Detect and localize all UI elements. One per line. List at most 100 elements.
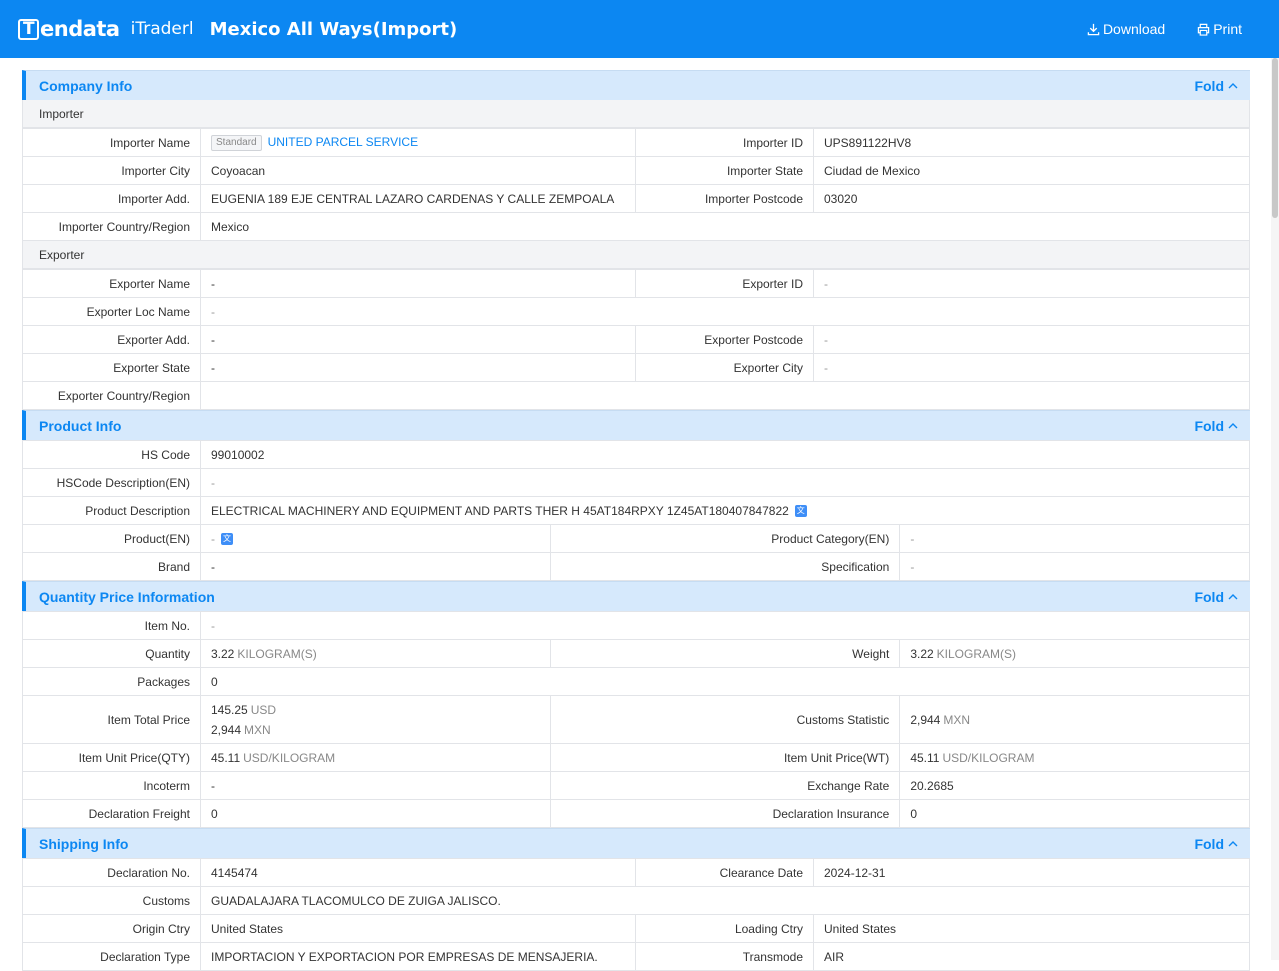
section-shipping-info: Shipping Info Fold: [22, 828, 1250, 858]
field-label: Exporter Add.: [23, 326, 201, 354]
field-value: 3.22KILOGRAM(S): [900, 640, 1250, 668]
quantity-table: Item No. - Quantity 3.22KILOGRAM(S) Weig…: [22, 611, 1250, 828]
field-value: EUGENIA 189 EJE CENTRAL LAZARO CARDENAS …: [201, 185, 636, 213]
table-row: Quantity 3.22KILOGRAM(S) Weight 3.22KILO…: [23, 640, 1250, 668]
field-label: Declaration No.: [23, 859, 201, 887]
field-label: Exporter City: [636, 354, 814, 382]
chevron-up-icon: [1228, 421, 1238, 431]
table-row: Packages 0: [23, 668, 1250, 696]
scrollbar-thumb[interactable]: [1272, 58, 1278, 218]
field-value: -: [201, 612, 1250, 640]
field-label: Item Total Price: [23, 696, 201, 744]
field-label: Customs Statistic: [550, 696, 900, 744]
top-bar: Tendata iTraderl Mexico All Ways(Import)…: [0, 0, 1279, 58]
fold-toggle-quantity[interactable]: Fold: [1194, 589, 1238, 605]
field-value: Mexico: [201, 213, 1250, 241]
field-value: 99010002: [201, 441, 1250, 469]
importer-table: Importer Name StandardUNITED PARCEL SERV…: [22, 128, 1250, 241]
field-value: -: [201, 772, 551, 800]
table-row: Exporter Add. - Exporter Postcode -: [23, 326, 1250, 354]
importer-subheading: Importer: [22, 100, 1250, 128]
field-label: Declaration Freight: [23, 800, 201, 828]
field-label: Exporter State: [23, 354, 201, 382]
field-value: United States: [814, 915, 1250, 943]
field-label: Transmode: [636, 943, 814, 971]
field-value: Coyoacan: [201, 157, 636, 185]
table-row: HS Code 99010002: [23, 441, 1250, 469]
field-label: Origin Ctry: [23, 915, 201, 943]
download-button[interactable]: Download: [1087, 21, 1165, 37]
chevron-up-icon: [1228, 839, 1238, 849]
field-value: 2,944MXN: [900, 696, 1250, 744]
field-value: 0: [900, 800, 1250, 828]
field-value: GUADALAJARA TLACOMULCO DE ZUIGA JALISCO.: [201, 887, 1250, 915]
field-label: Product Description: [23, 497, 201, 525]
page-scrollbar[interactable]: [1271, 58, 1279, 960]
field-label: Exporter ID: [636, 270, 814, 298]
importer-name-link[interactable]: UNITED PARCEL SERVICE: [268, 135, 418, 149]
print-button[interactable]: Print: [1197, 21, 1242, 37]
table-row: Brand - Specification -: [23, 553, 1250, 581]
record-detail: Company Info Fold Importer Importer Name…: [22, 70, 1250, 971]
field-label: Exchange Rate: [550, 772, 900, 800]
shipping-table: Declaration No. 4145474 Clearance Date 2…: [22, 858, 1250, 971]
field-label: Item Unit Price(WT): [550, 744, 900, 772]
field-value: [201, 382, 1250, 410]
field-value: -: [201, 270, 636, 298]
table-row: Customs GUADALAJARA TLACOMULCO DE ZUIGA …: [23, 887, 1250, 915]
printer-icon: [1197, 23, 1210, 36]
table-row: Importer Add. EUGENIA 189 EJE CENTRAL LA…: [23, 185, 1250, 213]
fold-toggle-product[interactable]: Fold: [1194, 418, 1238, 434]
field-value: Ciudad de Mexico: [814, 157, 1250, 185]
translate-icon[interactable]: 文: [221, 533, 233, 545]
field-value: -: [201, 469, 1250, 497]
field-value: 20.2685: [900, 772, 1250, 800]
table-row: Origin Ctry United States Loading Ctry U…: [23, 915, 1250, 943]
tendata-logo[interactable]: Tendata: [18, 17, 120, 41]
download-icon: [1087, 23, 1100, 36]
field-value: -: [201, 553, 551, 581]
field-value: 0: [201, 668, 1250, 696]
field-label: Item No.: [23, 612, 201, 640]
field-value: -: [900, 525, 1250, 553]
field-label: Exporter Country/Region: [23, 382, 201, 410]
field-label: Product Category(EN): [550, 525, 900, 553]
field-label: Importer City: [23, 157, 201, 185]
table-row: Item Total Price 145.25USD 2,944MXN Cust…: [23, 696, 1250, 744]
field-value: IMPORTACION Y EXPORTACION POR EMPRESAS D…: [201, 943, 636, 971]
table-row: Item Unit Price(QTY) 45.11USD/KILOGRAM I…: [23, 744, 1250, 772]
table-row: Product Description ELECTRICAL MACHINERY…: [23, 497, 1250, 525]
section-quantity-price: Quantity Price Information Fold: [22, 581, 1250, 611]
table-row: Product(EN) -文 Product Category(EN) -: [23, 525, 1250, 553]
field-value: 45.11USD/KILOGRAM: [201, 744, 551, 772]
section-product-info: Product Info Fold: [22, 410, 1250, 440]
table-row: Exporter Country/Region: [23, 382, 1250, 410]
field-value: 145.25USD 2,944MXN: [201, 696, 551, 744]
field-label: Importer State: [636, 157, 814, 185]
field-label: Importer Add.: [23, 185, 201, 213]
section-title: Quantity Price Information: [39, 589, 215, 605]
translate-icon[interactable]: 文: [795, 505, 807, 517]
chevron-up-icon: [1228, 592, 1238, 602]
field-label: Packages: [23, 668, 201, 696]
table-row: Importer Country/Region Mexico: [23, 213, 1250, 241]
field-value: 45.11USD/KILOGRAM: [900, 744, 1250, 772]
table-row: Item No. -: [23, 612, 1250, 640]
exporter-table: Exporter Name - Exporter ID - Exporter L…: [22, 269, 1250, 410]
section-company-info: Company Info Fold: [22, 70, 1250, 100]
fold-toggle-company[interactable]: Fold: [1194, 78, 1238, 94]
field-label: Incoterm: [23, 772, 201, 800]
field-label: Exporter Name: [23, 270, 201, 298]
table-row: Declaration No. 4145474 Clearance Date 2…: [23, 859, 1250, 887]
field-label: Importer Country/Region: [23, 213, 201, 241]
fold-toggle-shipping[interactable]: Fold: [1194, 836, 1238, 852]
field-value: United States: [201, 915, 636, 943]
table-row: Importer City Coyoacan Importer State Ci…: [23, 157, 1250, 185]
field-value: 0: [201, 800, 551, 828]
field-value: -文: [201, 525, 551, 553]
product-name: iTraderl: [131, 19, 194, 39]
section-title: Company Info: [39, 78, 132, 94]
field-label: Exporter Postcode: [636, 326, 814, 354]
product-table: HS Code 99010002 HSCode Description(EN) …: [22, 440, 1250, 581]
field-value: -: [814, 354, 1250, 382]
